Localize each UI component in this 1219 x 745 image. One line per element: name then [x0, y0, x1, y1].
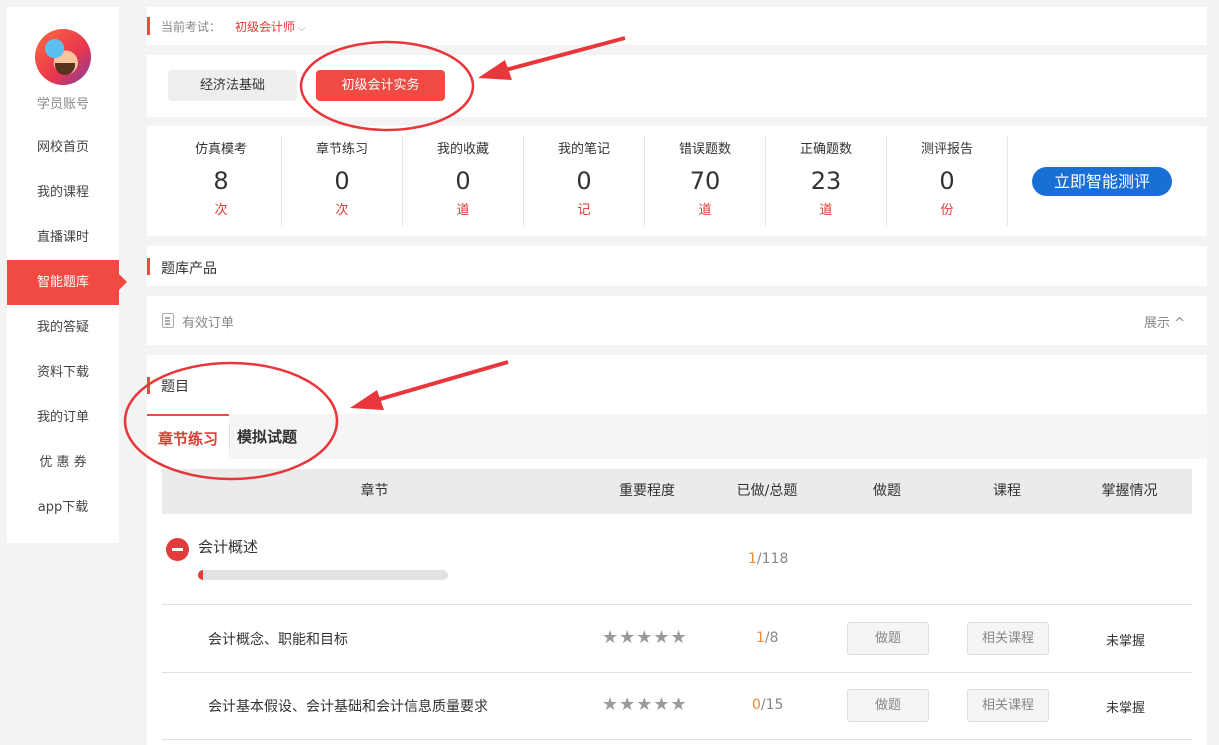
sidebar-item-home[interactable]: 网校首页 [7, 125, 119, 170]
importance-stars: ★★★★★ [602, 627, 688, 648]
column-mastery: 掌握情况 [1101, 483, 1158, 499]
sidebar-item-live[interactable]: 直播课时 [7, 215, 119, 260]
sidebar-item-orders[interactable]: 我的订单 [7, 395, 119, 440]
stat-name: 仿真模考 [194, 142, 247, 157]
sidebar-item-question-bank[interactable]: 智能题库 [7, 260, 127, 305]
sidebar-item-qa[interactable]: 我的答疑 [7, 305, 119, 350]
sidebar-item-downloads[interactable]: 资料下载 [7, 350, 119, 395]
stat-unit: 道 [819, 203, 833, 218]
subject-button-economic-law[interactable]: 经济法基础 [168, 70, 297, 101]
table-header: 章节 重要程度 已做/总题 做题 课程 掌握情况 [162, 469, 1192, 514]
total-count: /15 [760, 697, 784, 713]
column-importance: 重要程度 [619, 483, 675, 499]
accent-bar [147, 258, 150, 275]
stat-reports[interactable]: 测评报告 0 份 [887, 136, 1008, 226]
mastery-status: 未掌握 [1106, 634, 1146, 649]
stat-unit: 道 [456, 203, 470, 218]
stat-name: 测评报告 [920, 142, 973, 157]
product-title: 题库产品 [161, 261, 217, 277]
chapter-progress-bar [198, 570, 448, 580]
account-label: 学员账号 [36, 97, 89, 112]
sidebar-item-coupons[interactable]: 优 惠 券 [7, 440, 119, 485]
importance-stars: ★★★★★ [602, 694, 688, 715]
exam-label: 当前考试： [161, 20, 222, 34]
stat-value: 0 [455, 167, 471, 195]
chapter-progress-fill [198, 570, 203, 580]
orders-label: 有效订单 [182, 316, 235, 331]
sidebar: 学员账号 网校首页 我的课程 直播课时 智能题库 我的答疑 资料下载 我的订单 … [7, 7, 127, 543]
clipboard-icon [162, 313, 174, 328]
tab-chapter-practice[interactable]: 章节练习 [147, 414, 229, 459]
sidebar-item-app[interactable]: app下载 [7, 485, 119, 530]
do-questions-button[interactable]: 做题 [847, 689, 929, 722]
accent-bar [147, 17, 150, 35]
stat-correct-questions[interactable]: 正确题数 23 道 [766, 136, 887, 226]
questions-panel: 题目 章节练习 模拟试题 章节 重要程度 已做/总题 做题 课程 掌握情况 会计… [147, 355, 1207, 745]
row-count: 0/15 [752, 697, 783, 713]
stat-unit: 道 [698, 203, 712, 218]
sidebar-item-courses[interactable]: 我的课程 [7, 170, 119, 215]
mastery-status: 未掌握 [1106, 701, 1146, 716]
question-tabs: 章节练习 模拟试题 [147, 414, 1207, 459]
stat-value: 23 [810, 167, 842, 195]
sidebar-nav: 网校首页 我的课程 直播课时 智能题库 我的答疑 资料下载 我的订单 优 惠 券… [7, 125, 127, 530]
table-row: 会计基本假设、会计基础和会计信息质量要求 ★★★★★ 0/15 做题 相关课程 … [162, 673, 1192, 740]
stat-name: 正确题数 [799, 142, 852, 157]
related-course-button[interactable]: 相关课程 [967, 622, 1049, 655]
stat-favorites[interactable]: 我的收藏 0 道 [403, 136, 524, 226]
column-chapter: 章节 [360, 483, 389, 499]
column-progress: 已做/总题 [736, 483, 798, 499]
tab-mock-exam[interactable]: 模拟试题 [237, 414, 317, 459]
stat-name: 我的收藏 [436, 142, 489, 157]
tab-divider [229, 424, 230, 449]
chapter-row: 会计概述 1/118 [162, 514, 1192, 605]
subject-bar: 经济法基础 初级会计实务 [147, 55, 1207, 117]
total-count: /8 [764, 630, 779, 646]
stat-name: 章节练习 [315, 142, 368, 157]
avatar[interactable] [35, 29, 91, 85]
current-exam-bar: 当前考试： 初级会计师 ⌵ [147, 7, 1207, 45]
done-count: 1 [748, 551, 757, 567]
do-questions-button[interactable]: 做题 [847, 622, 929, 655]
section-name: 会计基本假设、会计基础和会计信息质量要求 [208, 699, 488, 715]
stat-notes[interactable]: 我的笔记 0 记 [524, 136, 645, 226]
questions-title: 题目 [161, 379, 189, 395]
stat-mock-exams[interactable]: 仿真模考 8 次 [161, 136, 282, 226]
stat-unit: 次 [214, 203, 228, 218]
orders-expand-toggle[interactable]: 展示 ^ [1144, 312, 1185, 331]
subject-button-accounting-practice[interactable]: 初级会计实务 [316, 70, 445, 101]
collapse-icon[interactable] [166, 538, 189, 561]
orders-bar: 有效订单 展示 ^ [147, 296, 1207, 345]
stat-value: 0 [334, 167, 350, 195]
done-count: 1 [756, 630, 765, 646]
stat-chapter-practice[interactable]: 章节练习 0 次 [282, 136, 403, 226]
stat-value: 0 [576, 167, 592, 195]
stat-value: 70 [689, 167, 721, 195]
row-count: 1/8 [756, 630, 779, 646]
product-bar: 题库产品 [147, 246, 1207, 286]
done-count: 0 [752, 697, 761, 713]
total-count: /118 [756, 551, 789, 567]
stat-name: 错误题数 [678, 142, 731, 157]
accent-bar [147, 377, 150, 394]
table-row: 会计概念、职能和目标 ★★★★★ 1/8 做题 相关课程 未掌握 [162, 606, 1192, 673]
section-name: 会计概念、职能和目标 [208, 632, 348, 648]
column-course: 课程 [993, 483, 1021, 499]
exam-selector[interactable]: 初级会计师 ⌵ [235, 18, 306, 35]
stats-panel: 仿真模考 8 次 章节练习 0 次 我的收藏 0 道 我的笔记 0 记 错误题数… [147, 126, 1207, 236]
chapter-count: 1/118 [748, 551, 788, 567]
exam-value: 初级会计师 [235, 20, 296, 34]
stat-unit: 次 [335, 203, 349, 218]
related-course-button[interactable]: 相关课程 [967, 689, 1049, 722]
stat-wrong-questions[interactable]: 错误题数 70 道 [645, 136, 766, 226]
stat-value: 0 [939, 167, 955, 195]
stat-value: 8 [213, 167, 229, 195]
stat-name: 我的笔记 [557, 142, 610, 157]
stat-unit: 记 [577, 203, 591, 218]
smart-assessment-button[interactable]: 立即智能测评 [1032, 167, 1172, 196]
column-do: 做题 [873, 483, 901, 499]
chapter-name: 会计概述 [198, 538, 259, 556]
chevron-down-icon: ⌵ [298, 23, 306, 34]
stat-unit: 份 [940, 203, 954, 218]
